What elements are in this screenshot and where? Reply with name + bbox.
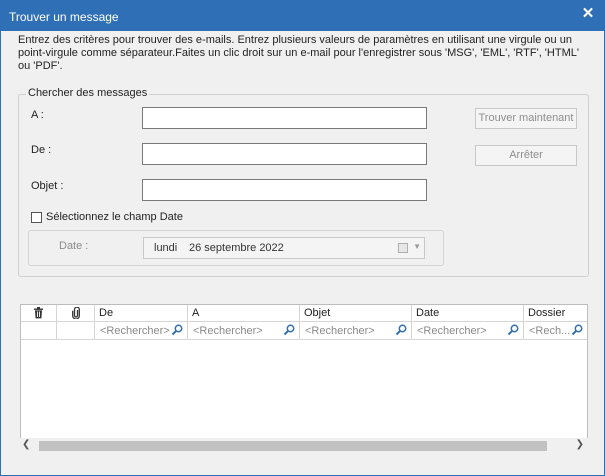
date-field-checkbox-label: Sélectionnez le champ Date <box>46 211 183 223</box>
search-icon[interactable] <box>171 324 183 339</box>
column-header-delete[interactable] <box>21 305 57 322</box>
column-header-to[interactable]: A <box>188 305 300 322</box>
trash-icon[interactable] <box>21 305 56 322</box>
chevron-down-icon[interactable]: ▼ <box>413 242 421 251</box>
column-header-folder[interactable]: Dossier <box>524 305 587 322</box>
filter-date[interactable]: <Rechercher> <box>412 322 524 340</box>
stop-button[interactable]: Arrêter <box>475 145 577 166</box>
date-day: lundi <box>154 242 178 254</box>
search-group-legend: Chercher des messages <box>26 87 150 99</box>
filter-cell-delete <box>21 322 57 340</box>
calendar-icon[interactable] <box>398 243 408 253</box>
filter-row: <Rechercher> <Rechercher> <Rechercher> <… <box>21 322 587 340</box>
paperclip-icon <box>57 305 94 322</box>
date-picker[interactable]: lundi 26 septembre 2022 ▼ <box>143 237 425 259</box>
scroll-left-icon[interactable]: ❮ <box>22 439 30 450</box>
date-label: Date : <box>59 240 89 252</box>
find-now-button[interactable]: Trouver maintenant <box>475 108 577 129</box>
search-icon[interactable] <box>571 324 583 339</box>
results-grid: De A Objet Date Dossier <Rechercher> <Re… <box>20 304 588 454</box>
close-icon[interactable]: ✕ <box>578 4 598 24</box>
window-title: Trouver un message <box>9 10 119 24</box>
subject-label: Objet : <box>31 180 64 192</box>
find-message-dialog: Trouver un message ✕ Entrez des critères… <box>0 0 605 476</box>
search-icon[interactable] <box>507 324 519 339</box>
filter-subject[interactable]: <Rechercher> <box>300 322 412 340</box>
checkbox-box[interactable] <box>31 212 42 223</box>
filter-from-placeholder[interactable]: <Rechercher> <box>100 325 170 337</box>
grid-header: De A Objet Date Dossier <box>21 305 587 322</box>
to-label: A : <box>31 109 44 121</box>
filter-from[interactable]: <Rechercher> <box>95 322 188 340</box>
filter-folder[interactable]: <Rech... <box>524 322 587 340</box>
date-group: Date : lundi 26 septembre 2022 ▼ <box>28 230 444 266</box>
search-icon[interactable] <box>395 324 407 339</box>
scroll-right-icon[interactable]: ❯ <box>576 439 584 450</box>
date-value: 26 septembre 2022 <box>189 242 284 254</box>
filter-to[interactable]: <Rechercher> <box>188 322 300 340</box>
scrollbar-thumb[interactable] <box>39 441 547 451</box>
horizontal-scrollbar[interactable]: ❮ ❯ <box>20 438 588 454</box>
filter-subject-placeholder[interactable]: <Rechercher> <box>305 325 375 337</box>
from-label: De : <box>31 144 52 156</box>
column-header-date[interactable]: Date <box>412 305 524 322</box>
instructions-text: Entrez des critères pour trouver des e-m… <box>18 34 579 72</box>
to-input[interactable] <box>142 107 427 129</box>
column-header-subject[interactable]: Objet <box>300 305 412 322</box>
subject-input[interactable] <box>142 179 427 201</box>
filter-cell-attachment <box>57 322 95 340</box>
filter-date-placeholder[interactable]: <Rechercher> <box>417 325 487 337</box>
search-icon[interactable] <box>283 324 295 339</box>
column-header-attachment[interactable] <box>57 305 95 322</box>
from-input[interactable] <box>142 143 427 165</box>
filter-to-placeholder[interactable]: <Rechercher> <box>193 325 263 337</box>
filter-folder-placeholder[interactable]: <Rech... <box>529 325 570 337</box>
column-header-from[interactable]: De <box>95 305 188 322</box>
title-bar: Trouver un message ✕ <box>1 1 604 31</box>
